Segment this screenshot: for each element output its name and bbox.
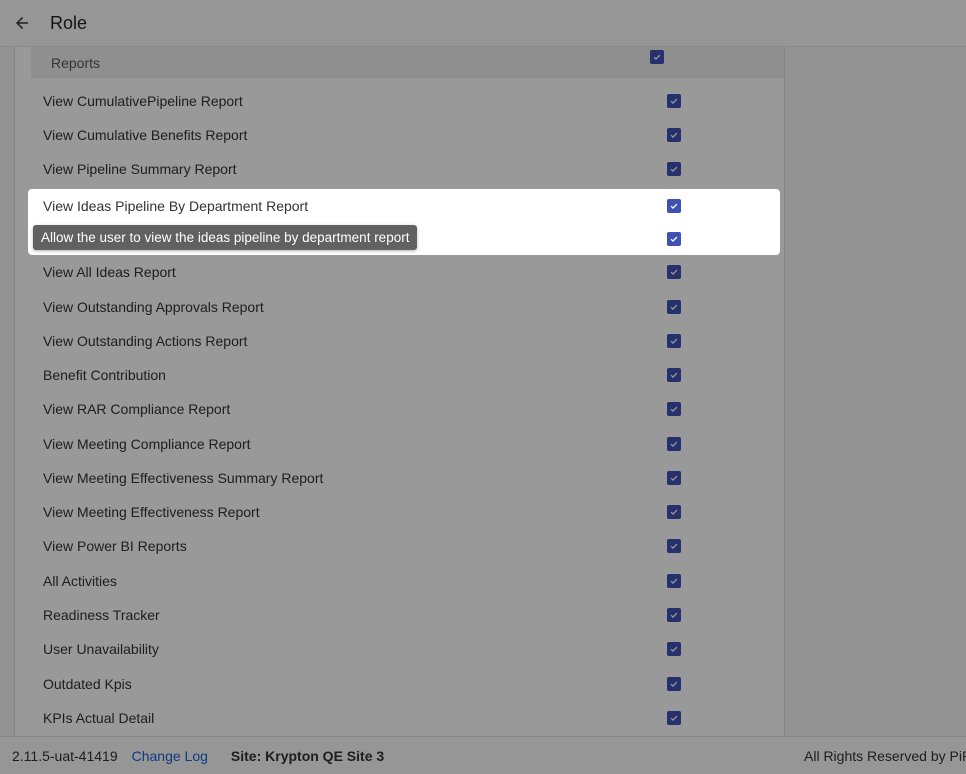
permission-checkbox[interactable] — [667, 402, 681, 416]
permission-checkbox[interactable] — [667, 300, 681, 314]
permission-row[interactable]: Outdated Kpis — [31, 667, 784, 701]
permission-checkbox[interactable] — [667, 608, 681, 622]
permission-checkbox[interactable] — [667, 128, 681, 142]
permission-row[interactable]: Readiness Tracker — [31, 598, 784, 632]
permissions-panel: Reports View CumulativePipeline Report V… — [14, 47, 785, 736]
permission-label: View Meeting Compliance Report — [43, 436, 251, 452]
permission-label: KPIs Actual Detail — [43, 710, 155, 726]
check-icon — [670, 372, 678, 378]
permission-label: View Power BI Reports — [43, 538, 187, 554]
permission-row[interactable]: User Unavailability — [31, 632, 784, 666]
permission-label: View CumulativePipeline Report — [43, 93, 243, 109]
check-icon — [670, 338, 678, 344]
check-icon — [670, 166, 678, 172]
check-icon — [670, 441, 678, 447]
check-icon — [670, 98, 678, 104]
permission-label: View Pipeline Summary Report — [43, 161, 237, 177]
permission-checkbox[interactable] — [667, 505, 681, 519]
rights-text: All Rights Reserved by PiP — [804, 748, 966, 764]
check-icon — [653, 54, 661, 60]
permission-checkbox[interactable] — [667, 94, 681, 108]
check-icon — [670, 475, 678, 481]
permission-row[interactable]: View Cumulative Benefits Report — [31, 118, 784, 152]
permission-row-highlighted[interactable]: View Ideas Pipeline By Department Report — [28, 189, 782, 223]
permission-row[interactable]: KPIs Actual Detail — [31, 701, 784, 735]
check-icon — [670, 132, 678, 138]
version-text: 2.11.5-uat-41419 — [12, 747, 118, 764]
permission-label: View Outstanding Approvals Report — [43, 299, 264, 315]
permission-checkbox[interactable] — [667, 642, 681, 656]
section-label: Reports — [51, 54, 101, 71]
app-header: Role — [0, 0, 966, 47]
permission-label: View All Ideas Report — [43, 264, 176, 280]
back-button[interactable] — [0, 0, 44, 47]
permission-row[interactable]: View Outstanding Actions Report — [31, 324, 784, 358]
permission-label: View Meeting Effectiveness Summary Repor… — [43, 470, 324, 486]
permission-label: User Unavailability — [43, 641, 159, 657]
permission-label: View Ideas Pipeline By Department Report — [43, 198, 309, 214]
site-label: Site: Krypton QE Site 3 — [230, 747, 385, 764]
permission-label: All Activities — [43, 573, 117, 589]
check-icon — [670, 269, 678, 275]
change-log-link[interactable]: Change Log — [132, 748, 208, 764]
check-icon — [670, 203, 678, 209]
permission-checkbox[interactable] — [667, 334, 681, 348]
permission-row[interactable]: View RAR Compliance Report — [31, 392, 784, 426]
permission-row[interactable]: Benefit Contribution — [31, 358, 784, 392]
permission-label: View RAR Compliance Report — [43, 401, 231, 417]
arrow-left-icon — [16, 17, 28, 29]
section-checkbox[interactable] — [650, 50, 664, 64]
permission-label: Outdated Kpis — [43, 676, 132, 692]
check-icon — [670, 509, 678, 515]
permission-checkbox[interactable] — [667, 471, 681, 485]
permission-checkbox[interactable] — [667, 162, 681, 176]
section-header-reports: Reports — [31, 47, 784, 78]
permission-row[interactable]: View All Ideas Report — [31, 255, 784, 289]
permission-row[interactable]: View Power BI Reports — [31, 529, 784, 563]
check-icon — [670, 612, 678, 618]
permission-label: View Outstanding Actions Report — [43, 333, 248, 349]
permission-row[interactable]: View Pipeline Summary Report — [31, 152, 784, 186]
permission-checkbox[interactable] — [667, 265, 681, 279]
page-title: Role — [50, 12, 88, 33]
permission-row[interactable]: All Activities — [31, 564, 784, 598]
permission-row[interactable]: View Meeting Effectiveness Report — [31, 495, 784, 529]
permission-label: Readiness Tracker — [43, 607, 160, 623]
permission-checkbox[interactable] — [667, 368, 681, 382]
main-content: Reports View CumulativePipeline Report V… — [0, 47, 966, 736]
check-icon — [670, 236, 678, 242]
check-icon — [670, 543, 678, 549]
check-icon — [670, 646, 678, 652]
permission-checkbox[interactable] — [667, 199, 681, 213]
permission-tooltip: Allow the user to view the ideas pipelin… — [33, 225, 418, 250]
permission-label: View Meeting Effectiveness Report — [43, 504, 260, 520]
permission-checkbox[interactable] — [667, 232, 681, 246]
check-icon — [670, 304, 678, 310]
check-icon — [670, 578, 678, 584]
permission-row[interactable]: View CumulativePipeline Report — [31, 84, 784, 118]
permission-checkbox[interactable] — [667, 574, 681, 588]
permission-label: Benefit Contribution — [43, 367, 166, 383]
permission-row[interactable]: View Outstanding Approvals Report — [31, 290, 784, 324]
permission-checkbox[interactable] — [667, 437, 681, 451]
permission-checkbox[interactable] — [667, 711, 681, 725]
permission-label: View Cumulative Benefits Report — [43, 127, 248, 143]
permission-checkbox[interactable] — [667, 539, 681, 553]
check-icon — [670, 406, 678, 412]
permission-row[interactable]: View Meeting Effectiveness Summary Repor… — [31, 461, 784, 495]
check-icon — [670, 681, 678, 687]
app-footer: 2.11.5-uat-41419 Change Log Site: Krypto… — [0, 736, 966, 774]
permission-checkbox[interactable] — [667, 677, 681, 691]
check-icon — [670, 715, 678, 721]
permission-row[interactable]: View Meeting Compliance Report — [31, 427, 784, 461]
